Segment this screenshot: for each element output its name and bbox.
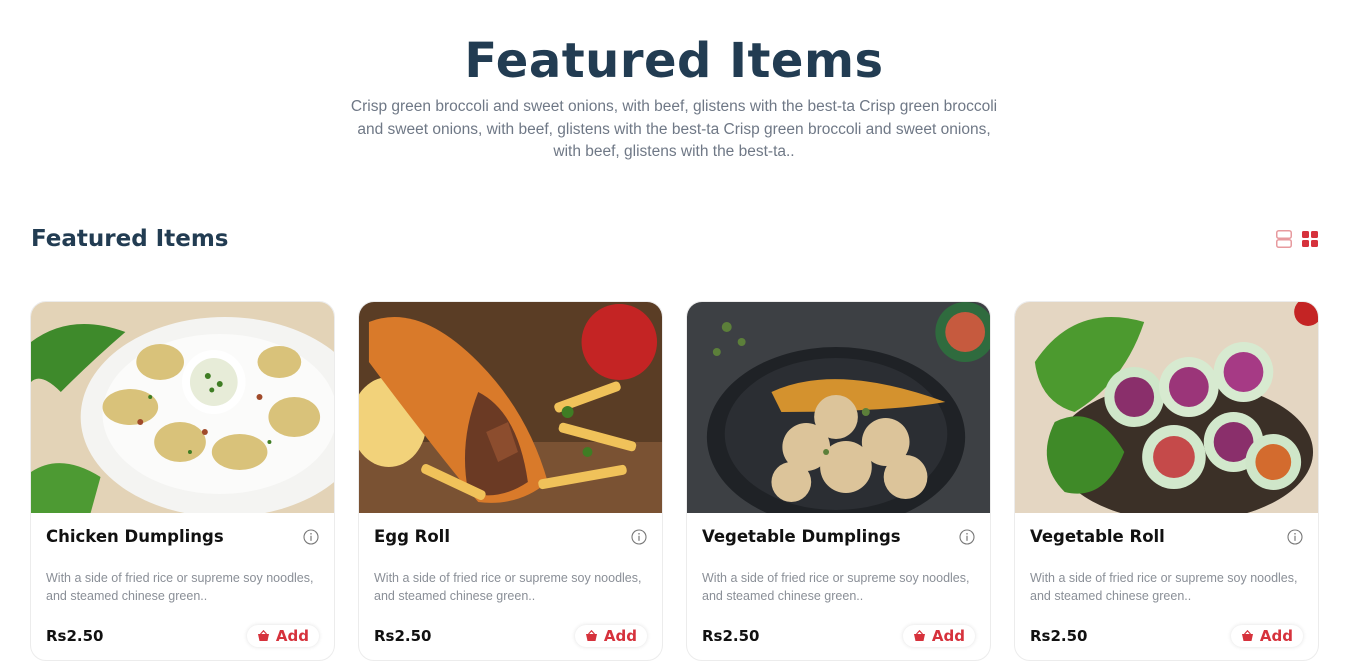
item-name: Vegetable Roll — [1030, 527, 1165, 546]
item-description: With a side of fried rice or supreme soy… — [1030, 571, 1298, 603]
grid-view-icon[interactable] — [1301, 230, 1319, 248]
item-name: Egg Roll — [374, 527, 450, 546]
basket-icon — [913, 630, 925, 641]
basket-icon — [1241, 630, 1253, 641]
add-label: Add — [603, 627, 637, 645]
item-card[interactable]: Vegetable Roll With a side of fried rice… — [1014, 301, 1319, 661]
info-icon[interactable] — [303, 528, 319, 545]
egg-roll-image[interactable] — [359, 302, 662, 513]
chicken-dumplings-image[interactable] — [31, 302, 334, 513]
section-title: Featured Items — [31, 226, 229, 252]
hero-description: Crisp green broccoli and sweet onions, w… — [350, 98, 998, 160]
add-to-cart-button[interactable]: Add — [574, 625, 647, 647]
item-price: Rs2.50 — [702, 627, 760, 645]
basket-icon — [257, 630, 269, 641]
info-icon[interactable] — [959, 528, 975, 545]
add-to-cart-button[interactable]: Add — [246, 625, 319, 647]
add-label: Add — [275, 627, 309, 645]
vegetable-roll-image[interactable] — [1015, 302, 1318, 513]
hero-title: Featured Items — [464, 33, 884, 89]
hero-section: Featured Items Crisp green broccoli and … — [0, 0, 1348, 164]
add-label: Add — [1259, 627, 1293, 645]
info-icon[interactable] — [631, 528, 647, 545]
item-price: Rs2.50 — [374, 627, 432, 645]
item-price: Rs2.50 — [46, 627, 104, 645]
item-description: With a side of fried rice or supreme soy… — [46, 571, 314, 603]
add-label: Add — [931, 627, 965, 645]
item-description: With a side of fried rice or supreme soy… — [702, 571, 970, 603]
basket-icon — [585, 630, 597, 641]
item-description: With a side of fried rice or supreme soy… — [374, 571, 642, 603]
info-icon[interactable] — [1287, 528, 1303, 545]
add-to-cart-button[interactable]: Add — [902, 625, 975, 647]
item-name: Chicken Dumplings — [46, 527, 224, 546]
item-card[interactable]: Chicken Dumplings With a side of fried r… — [30, 301, 335, 661]
list-view-icon[interactable] — [1275, 230, 1293, 248]
item-card[interactable]: Vegetable Dumplings With a side of fried… — [686, 301, 991, 661]
items-grid: Chicken Dumplings With a side of fried r… — [30, 301, 1319, 661]
item-price: Rs2.50 — [1030, 627, 1088, 645]
add-to-cart-button[interactable]: Add — [1230, 625, 1303, 647]
view-toggle — [1275, 230, 1319, 248]
section-header: Featured Items — [31, 225, 1319, 253]
item-card[interactable]: Egg Roll With a side of fried rice or su… — [358, 301, 663, 661]
vegetable-dumplings-image[interactable] — [687, 302, 990, 513]
item-name: Vegetable Dumplings — [702, 527, 901, 546]
